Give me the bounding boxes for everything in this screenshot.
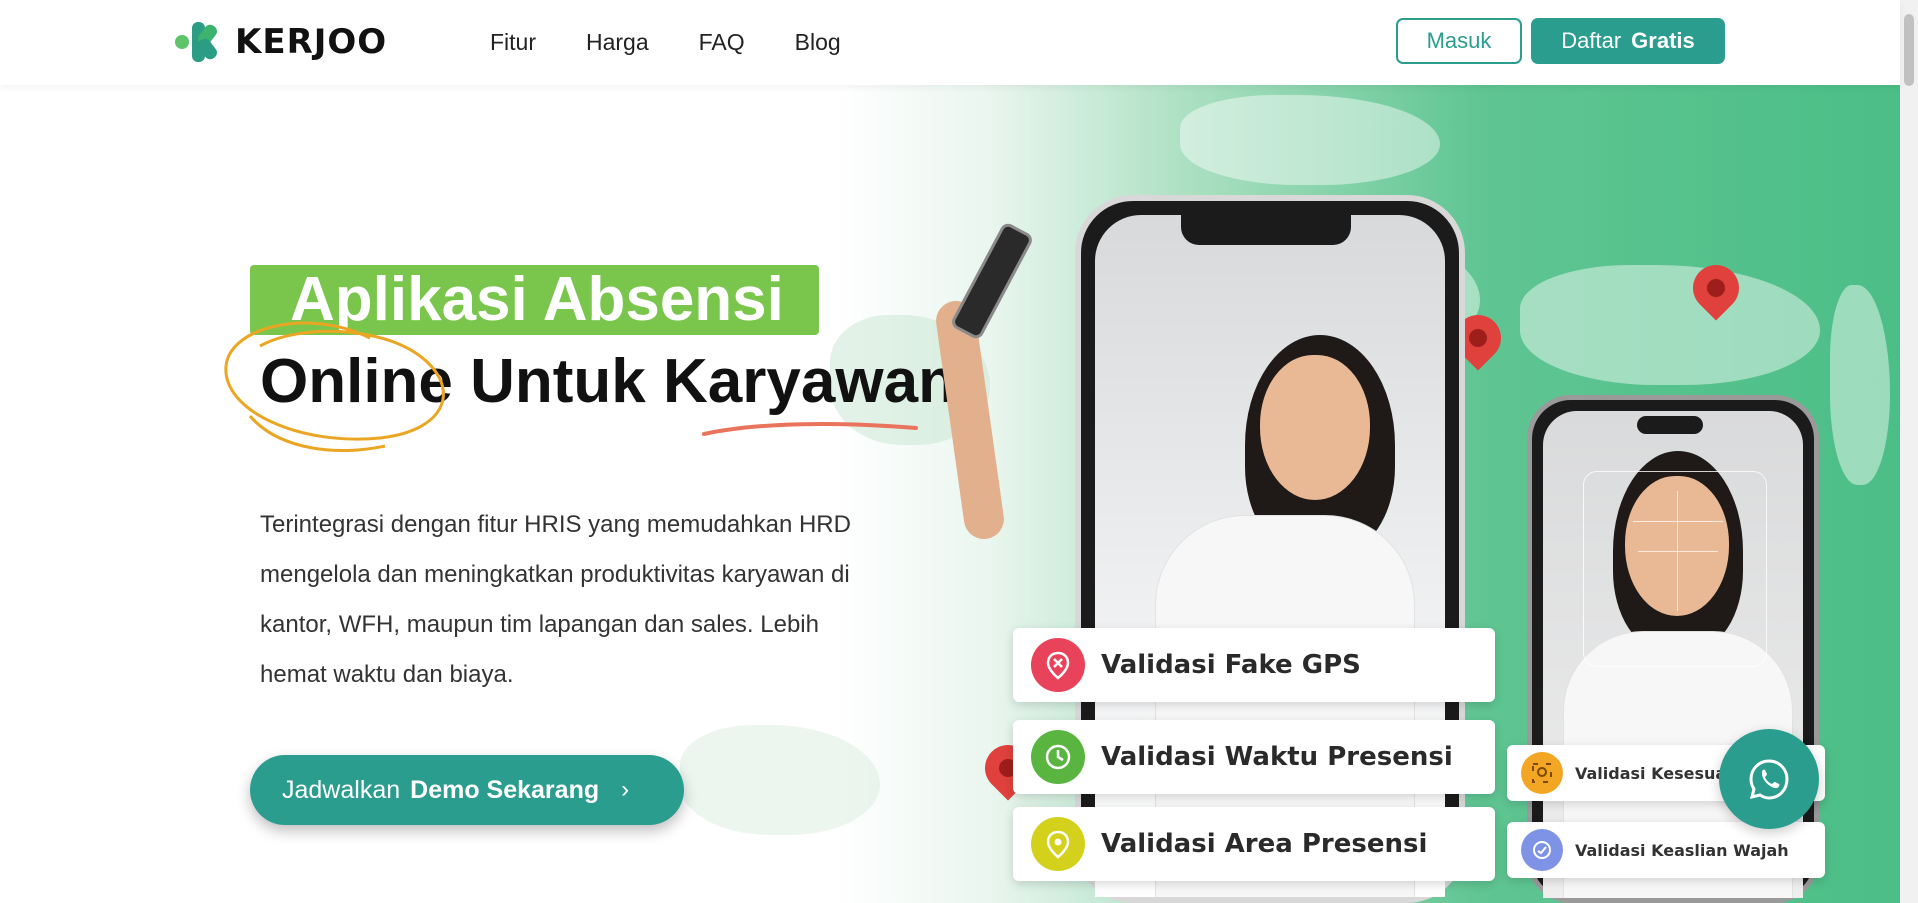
nav-link-fitur[interactable]: Fitur (490, 29, 536, 56)
feature-card-time: Validasi Waktu Presensi (1013, 720, 1495, 794)
location-pin-icon (1031, 817, 1085, 871)
map-island-shape (1180, 95, 1440, 185)
nav-links: Fitur Harga FAQ Blog (490, 0, 841, 85)
face-mesh-line (1633, 521, 1723, 522)
map-island-shape (680, 725, 880, 835)
feature-label: Validasi Fake GPS (1101, 650, 1361, 680)
face-mesh-line (1677, 491, 1678, 611)
feature-card-area: Validasi Area Presensi (1013, 807, 1495, 881)
schedule-demo-button[interactable]: Jadwalkan Demo Sekarang › (250, 755, 684, 825)
hero-description: Terintegrasi dengan fitur HRIS yang memu… (260, 511, 851, 688)
nav-link-faq[interactable]: FAQ (699, 29, 745, 56)
page-scrollbar[interactable] (1900, 0, 1918, 903)
underline-scribble (702, 422, 918, 436)
headline-word-untuk: Untuk (470, 347, 646, 416)
feature-label: Validasi Area Presensi (1101, 829, 1428, 859)
demo-label-bold: Demo Sekarang (410, 775, 600, 804)
whatsapp-icon (1749, 759, 1789, 800)
clock-icon (1031, 730, 1085, 784)
gps-cross-icon (1031, 638, 1085, 692)
feature-card-face-liveness: Validasi Keaslian Wajah (1507, 822, 1825, 878)
signup-label-bold: Gratis (1631, 28, 1695, 53)
logo-text: KERJOO (235, 22, 388, 62)
demo-label: Jadwalkan (282, 775, 401, 804)
scrollbar-thumb[interactable] (1904, 14, 1914, 86)
login-button[interactable]: Masuk (1396, 18, 1522, 64)
feature-card-fake-gps: Validasi Fake GPS (1013, 628, 1495, 702)
whatsapp-chat-button[interactable] (1719, 729, 1819, 829)
nav-link-blog[interactable]: Blog (795, 29, 841, 56)
phone-notch (1181, 215, 1351, 245)
top-navbar: KERJOO Fitur Harga FAQ Blog Masuk Daftar… (0, 0, 1900, 85)
woman-face (1260, 355, 1370, 500)
signup-label: Daftar (1561, 28, 1622, 53)
face-mesh-line (1638, 551, 1718, 552)
feature-label: Validasi Keaslian Wajah (1575, 840, 1789, 860)
face-check-icon (1521, 829, 1563, 871)
map-island-shape (1520, 265, 1820, 385)
headline-word-karyawan: Karyawan (663, 347, 956, 416)
map-island-shape (1830, 285, 1890, 485)
chevron-right-icon: › (621, 776, 630, 803)
kerjoo-logo[interactable]: KERJOO (175, 20, 387, 64)
phone-mockup-large (1075, 195, 1465, 903)
circle-scribble (224, 321, 445, 453)
phone-notch (1637, 416, 1703, 434)
feature-label: Validasi Waktu Presensi (1101, 742, 1453, 772)
signup-free-button[interactable]: Daftar Gratis (1531, 18, 1725, 64)
nav-link-harga[interactable]: Harga (586, 29, 649, 56)
face-scan-icon (1521, 752, 1563, 794)
phone-screen (1095, 215, 1445, 897)
kerjoo-logo-mark-icon (175, 20, 227, 64)
feature-label: Validasi Kesesuai (1575, 763, 1732, 783)
face-scan-frame (1583, 471, 1767, 667)
